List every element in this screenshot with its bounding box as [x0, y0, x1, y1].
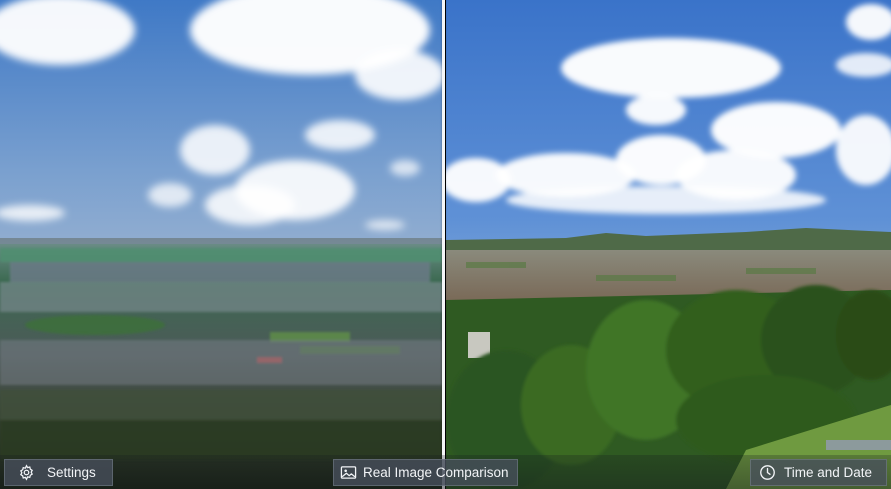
gear-icon [18, 464, 35, 481]
rendered-terrain-view[interactable] [0, 0, 443, 489]
real-image-comparison-button[interactable]: Real Image Comparison [333, 459, 518, 486]
split-divider-handle[interactable] [442, 0, 445, 489]
rendered-terrain-image [0, 0, 443, 489]
real-photo-view[interactable] [446, 0, 891, 489]
clock-icon [759, 464, 776, 481]
image-icon [340, 464, 357, 481]
time-and-date-button[interactable]: Time and Date [750, 459, 887, 486]
real-photo-image [446, 0, 891, 489]
time-and-date-label: Time and Date [784, 465, 873, 480]
settings-button[interactable]: Settings [4, 459, 113, 486]
comparison-viewer[interactable]: Settings Real Image Comparison Time and … [0, 0, 891, 489]
real-image-comparison-label: Real Image Comparison [363, 465, 509, 480]
settings-label: Settings [47, 465, 96, 480]
